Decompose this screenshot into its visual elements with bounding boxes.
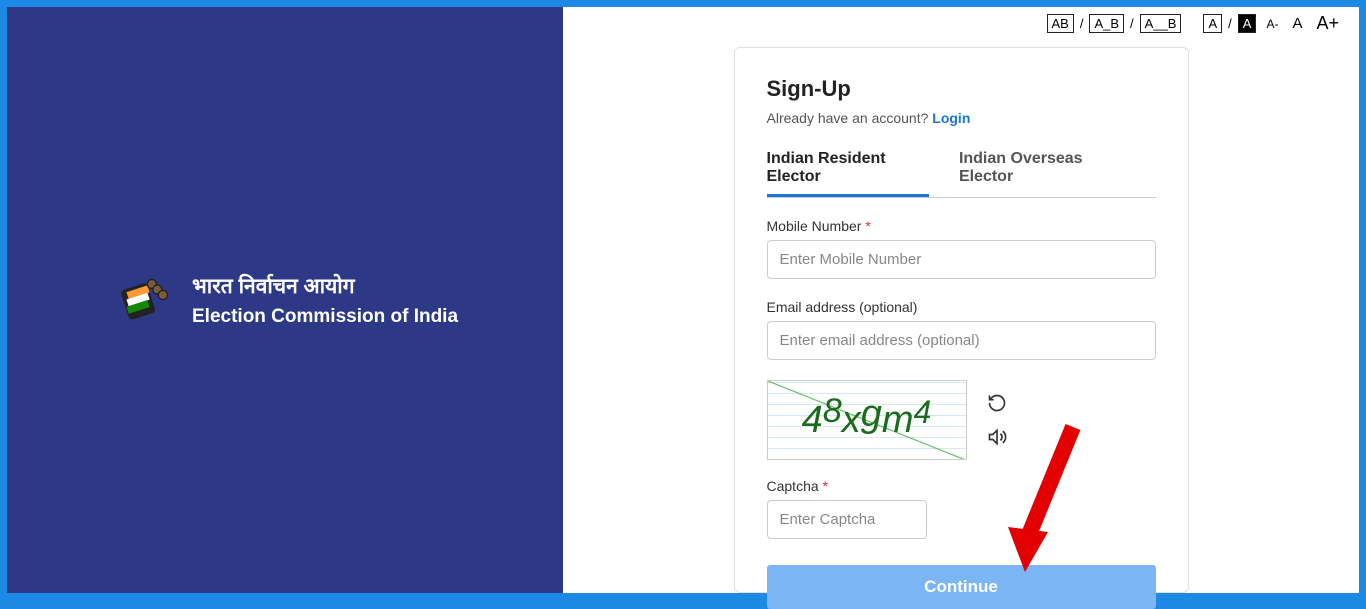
brand-titles: भारत निर्वाचन आयोग Election Commission o… [192,272,458,328]
captcha-input[interactable] [767,500,927,539]
email-input[interactable] [767,321,1156,360]
captcha-glyph: 8 [823,392,842,430]
captcha-glyph: 4 [802,399,823,441]
captcha-image: 48xgm4 [767,380,967,460]
accessibility-bar: AB / A_B / A__B A / A A- A A+ [1047,13,1344,34]
captcha-glyph: 4 [914,394,932,430]
captcha-glyph: g [861,393,882,435]
captcha-label: Captcha * [767,478,1156,494]
spacing-ab-button[interactable]: AB [1047,14,1074,33]
already-account-text: Already have an account? Login [767,110,1156,126]
separator: / [1228,16,1232,31]
font-decrease-button[interactable]: A- [1262,17,1282,31]
captcha-glyph: m [882,399,914,441]
brand-title-hi: भारत निर्वाचन आयोग [192,272,458,300]
audio-icon[interactable] [987,427,1007,447]
spacing-a-b-button[interactable]: A_B [1089,14,1124,33]
font-increase-button[interactable]: A+ [1312,13,1343,34]
eci-logo-icon [117,273,172,328]
form-panel: AB / A_B / A__B A / A A- A A+ Sign-Up Al… [563,7,1359,593]
required-asterisk: * [823,478,828,494]
captcha-controls [987,393,1007,447]
signup-card: Sign-Up Already have an account? Login I… [734,47,1189,593]
theme-light-button[interactable]: A [1203,14,1222,33]
already-text: Already have an account? [767,110,933,126]
login-link[interactable]: Login [932,110,970,126]
captcha-glyph: x [842,399,861,441]
email-label: Email address (optional) [767,299,1156,315]
font-default-button[interactable]: A [1288,15,1306,32]
separator: / [1080,16,1084,31]
mobile-input[interactable] [767,240,1156,279]
mobile-label-text: Mobile Number [767,218,866,234]
logo-area: भारत निर्वाचन आयोग Election Commission o… [117,272,458,328]
continue-button[interactable]: Continue [767,565,1156,609]
brand-panel: भारत निर्वाचन आयोग Election Commission o… [7,7,563,593]
card-title: Sign-Up [767,76,1156,102]
brand-title-en: Election Commission of India [192,306,458,328]
theme-dark-button[interactable]: A [1238,14,1257,33]
separator: / [1130,16,1134,31]
captcha-text: 48xgm4 [802,398,932,442]
captcha-label-text: Captcha [767,478,823,494]
elector-tabs: Indian Resident Elector Indian Overseas … [767,142,1156,198]
spacing-a--b-button[interactable]: A__B [1140,14,1182,33]
tab-resident-elector[interactable]: Indian Resident Elector [767,142,929,197]
captcha-row: 48xgm4 [767,380,1156,460]
required-asterisk: * [865,218,870,234]
tab-overseas-elector[interactable]: Indian Overseas Elector [959,142,1126,197]
refresh-icon[interactable] [987,393,1007,413]
mobile-label: Mobile Number * [767,218,1156,234]
